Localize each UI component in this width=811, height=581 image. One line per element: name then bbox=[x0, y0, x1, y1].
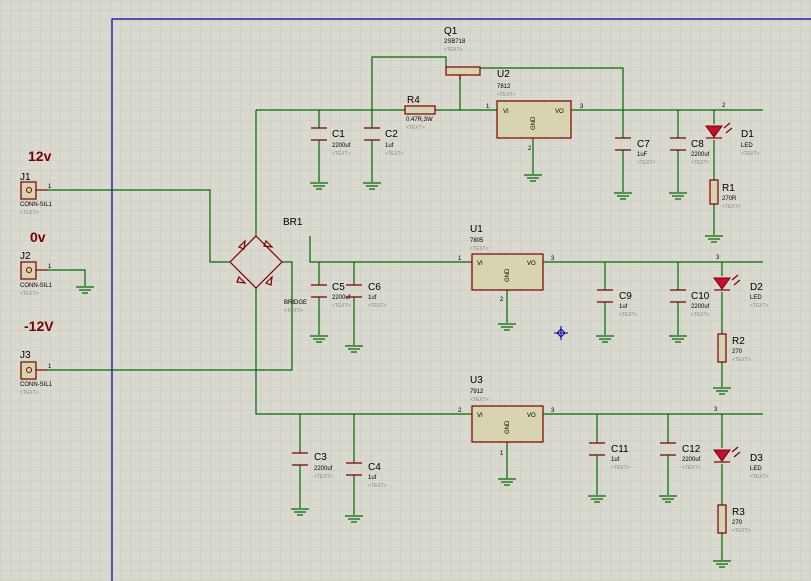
j1-value: CONN-SIL1 bbox=[20, 202, 53, 208]
c5-ref: C5 bbox=[332, 282, 345, 293]
u2-gnd: GND bbox=[531, 116, 537, 130]
j2-value: CONN-SIL1 bbox=[20, 283, 53, 289]
u3-gnd: GND bbox=[505, 420, 511, 434]
c2-ref: C2 bbox=[385, 129, 398, 140]
c6-value: 1uf bbox=[368, 295, 377, 301]
c10-ref: C10 bbox=[691, 291, 710, 302]
u3-ref: U3 bbox=[470, 375, 483, 386]
c9-ref: C9 bbox=[619, 291, 632, 302]
c12-ref: C12 bbox=[682, 444, 701, 455]
c1-text: <TEXT> bbox=[332, 151, 351, 157]
u1-value: 7805 bbox=[470, 238, 484, 244]
r2-text: <TEXT> bbox=[732, 357, 751, 363]
c5-text: <TEXT> bbox=[332, 303, 351, 309]
schematic-canvas[interactable]: 12v 0v -12V J1 1 CONN-SIL1 <TEXT> J2 1 C… bbox=[0, 0, 811, 581]
j1-text: <TEXT> bbox=[20, 210, 39, 216]
c3-value: 2200uf bbox=[314, 466, 333, 472]
d3-text: <TEXT> bbox=[750, 474, 769, 480]
u2-text: <TEXT> bbox=[497, 92, 516, 98]
rail-label-0v: 0v bbox=[30, 229, 46, 245]
c5-value: 2200uf bbox=[332, 295, 351, 301]
c3-ref: C3 bbox=[314, 452, 327, 463]
grid-background bbox=[0, 0, 811, 581]
d2-ref: D2 bbox=[750, 282, 763, 293]
d1-value: LED bbox=[741, 143, 753, 149]
r1-value: 270R bbox=[722, 196, 737, 202]
c3-text: <TEXT> bbox=[314, 474, 333, 480]
u1-gnd: GND bbox=[505, 268, 511, 282]
r1-text: <TEXT> bbox=[722, 204, 741, 210]
d3-value: LED bbox=[750, 466, 762, 472]
r4-value: 0.47R,3W bbox=[406, 117, 433, 123]
u1-text: <TEXT> bbox=[470, 246, 489, 252]
c11-text: <TEXT> bbox=[611, 465, 630, 471]
r1-ref: R1 bbox=[722, 183, 735, 194]
c12-value: 2200uf bbox=[682, 457, 701, 463]
c8-text: <TEXT> bbox=[691, 160, 710, 166]
q1-ref: Q1 bbox=[444, 26, 458, 37]
c2-text: <TEXT> bbox=[385, 151, 404, 157]
c12-text: <TEXT> bbox=[682, 465, 701, 471]
r4-ref: R4 bbox=[407, 95, 420, 106]
c10-text: <TEXT> bbox=[691, 312, 710, 318]
u1-vi: VI bbox=[477, 261, 483, 267]
d3-ref: D3 bbox=[750, 453, 763, 464]
u2-ref: U2 bbox=[497, 69, 510, 80]
c8-value: 2200uf bbox=[691, 152, 710, 158]
rail-label-12v: 12v bbox=[28, 148, 52, 164]
c7-value: 1uF bbox=[637, 152, 648, 158]
br1-text: <TEXT> bbox=[284, 308, 303, 314]
c9-text: <TEXT> bbox=[619, 312, 638, 318]
r3-text: <TEXT> bbox=[732, 528, 751, 534]
c6-text: <TEXT> bbox=[368, 303, 387, 309]
j3-value: CONN-SIL1 bbox=[20, 382, 53, 388]
u3-text: <TEXT> bbox=[470, 397, 489, 403]
c7-text: <TEXT> bbox=[637, 160, 656, 166]
j2-ref: J2 bbox=[20, 251, 31, 262]
u2-vi: VI bbox=[503, 109, 509, 115]
q1-text: <TEXT> bbox=[444, 47, 463, 53]
c6-ref: C6 bbox=[368, 282, 381, 293]
q1-value: 2SB718 bbox=[444, 39, 466, 45]
br1-ref: BR1 bbox=[283, 217, 303, 228]
rail-label-minus-12v: -12V bbox=[24, 318, 54, 334]
u1-vo: VO bbox=[527, 261, 536, 267]
u2-vo: VO bbox=[555, 109, 564, 115]
r4-text: <TEXT> bbox=[406, 125, 425, 131]
c7-ref: C7 bbox=[637, 139, 650, 150]
d2-text: <TEXT> bbox=[750, 303, 769, 309]
j3-text: <TEXT> bbox=[20, 390, 39, 396]
c8-ref: C8 bbox=[691, 139, 704, 150]
u3-value: 7912 bbox=[470, 389, 484, 395]
u1-ref: U1 bbox=[470, 224, 483, 235]
r2-value: 270 bbox=[732, 349, 743, 355]
j3-ref: J3 bbox=[20, 350, 31, 361]
r2-ref: R2 bbox=[732, 336, 745, 347]
u2-value: 7812 bbox=[497, 84, 511, 90]
c10-value: 2200uf bbox=[691, 304, 710, 310]
c4-text: <TEXT> bbox=[368, 483, 387, 489]
r3-ref: R3 bbox=[732, 507, 745, 518]
br1-value: BRIDGE bbox=[284, 300, 307, 306]
c4-value: 1uf bbox=[368, 475, 377, 481]
d1-text: <TEXT> bbox=[741, 151, 760, 157]
c1-value: 2200uf bbox=[332, 143, 351, 149]
c1-ref: C1 bbox=[332, 129, 345, 140]
c11-ref: C11 bbox=[611, 444, 629, 455]
r3-value: 270 bbox=[732, 520, 743, 526]
u3-vi: VI bbox=[477, 413, 483, 419]
u3-vo: VO bbox=[527, 413, 536, 419]
c9-value: 1uf bbox=[619, 304, 628, 310]
c2-value: 1uf bbox=[385, 143, 394, 149]
j2-text: <TEXT> bbox=[20, 291, 39, 297]
c4-ref: C4 bbox=[368, 462, 381, 473]
j1-ref: J1 bbox=[20, 172, 31, 183]
d1-ref: D1 bbox=[741, 129, 754, 140]
c11-value: 1uf bbox=[611, 457, 620, 463]
d2-value: LED bbox=[750, 295, 762, 301]
